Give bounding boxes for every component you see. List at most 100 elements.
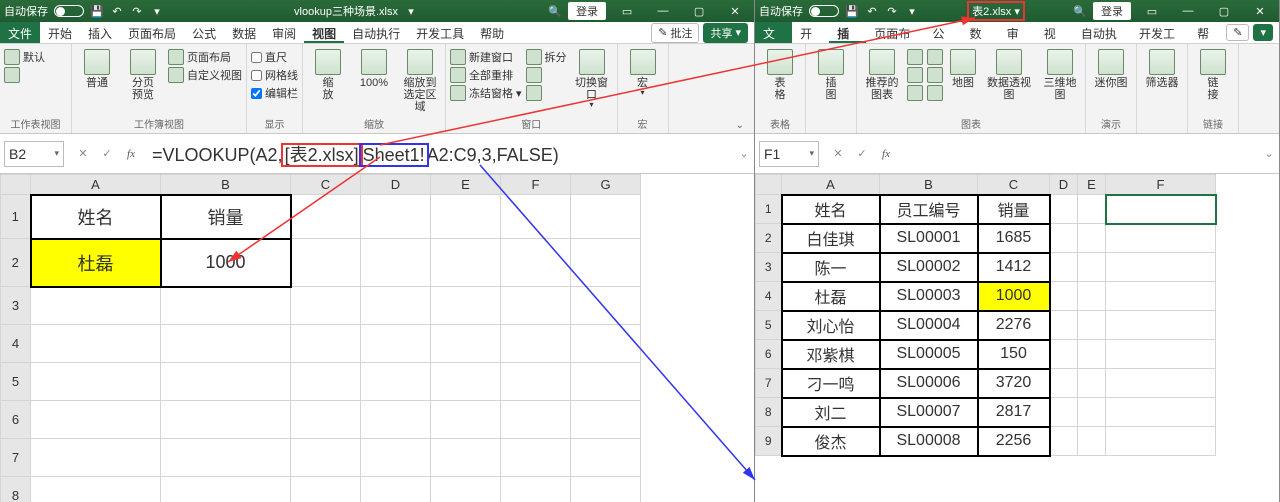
cell-C9[interactable]: 2256: [978, 427, 1050, 456]
new-window-button[interactable]: 新建窗口: [450, 49, 522, 65]
ribbon-options-icon[interactable]: ▭: [612, 5, 642, 18]
cell-B5[interactable]: [161, 363, 291, 401]
cell-E8[interactable]: [1078, 398, 1106, 427]
cell-A5[interactable]: 刘心怡: [782, 311, 880, 340]
chart-type-3[interactable]: [907, 85, 923, 101]
cell-D5[interactable]: [1050, 311, 1078, 340]
cell-B3[interactable]: SL00002: [880, 253, 978, 282]
cell-E8[interactable]: [431, 477, 501, 502]
cell-C6[interactable]: [291, 401, 361, 439]
zoom-100-button[interactable]: 100%: [353, 47, 395, 89]
cell-A8[interactable]: [31, 477, 161, 502]
tab-pagelayout[interactable]: 页面布局: [866, 22, 924, 43]
cell-D6[interactable]: [1050, 340, 1078, 369]
cell-G5[interactable]: [571, 363, 641, 401]
cell-F5[interactable]: [501, 363, 571, 401]
page-layout-button[interactable]: 页面布局: [168, 49, 242, 65]
cell-E6[interactable]: [1078, 340, 1106, 369]
cell-A6[interactable]: [31, 401, 161, 439]
cell-F7[interactable]: [1106, 369, 1216, 398]
save-icon[interactable]: 💾: [845, 4, 859, 18]
cell-B6[interactable]: [161, 401, 291, 439]
search-icon[interactable]: 🔍: [548, 4, 562, 18]
col-header[interactable]: C: [291, 175, 361, 195]
tab-file[interactable]: 文件: [0, 22, 40, 43]
cell-F1[interactable]: [501, 195, 571, 239]
cell-B5[interactable]: SL00004: [880, 311, 978, 340]
tab-data[interactable]: 数据: [224, 22, 264, 43]
share-button[interactable]: 共享 ▾: [703, 23, 748, 43]
col-header[interactable]: E: [1078, 175, 1106, 195]
cell-C7[interactable]: 3720: [978, 369, 1050, 398]
row-header[interactable]: 5: [756, 311, 782, 340]
cancel-formula-icon[interactable]: ✕: [829, 147, 847, 160]
cell-F4[interactable]: [501, 325, 571, 363]
spreadsheet-grid[interactable]: ABCDEF1姓名员工编号销量2白佳琪SL0000116853陈一SL00002…: [755, 174, 1279, 502]
cell-F2[interactable]: [501, 239, 571, 287]
accept-formula-icon[interactable]: ✓: [853, 147, 871, 160]
cell-A3[interactable]: 陈一: [782, 253, 880, 282]
comments-button[interactable]: ✎ 批注: [651, 23, 699, 43]
login-button[interactable]: 登录: [568, 2, 606, 20]
cell-A4[interactable]: 杜磊: [782, 282, 880, 311]
row-header[interactable]: 3: [1, 287, 31, 325]
name-box[interactable]: B2 ▾: [4, 141, 64, 167]
cell-A2[interactable]: 白佳琪: [782, 224, 880, 253]
sparkline-button[interactable]: 迷你图: [1090, 47, 1132, 89]
col-header[interactable]: A: [31, 175, 161, 195]
col-header[interactable]: F: [501, 175, 571, 195]
minimize-icon[interactable]: —: [1173, 5, 1203, 17]
formula-input[interactable]: [901, 150, 1259, 158]
row-header[interactable]: 2: [756, 224, 782, 253]
namebox-dropdown-icon[interactable]: ▾: [809, 148, 814, 159]
col-header[interactable]: B: [880, 175, 978, 195]
cell-C3[interactable]: [291, 287, 361, 325]
fx-icon[interactable]: fx: [122, 148, 140, 160]
accept-formula-icon[interactable]: ✓: [98, 147, 116, 160]
arrange-all-button[interactable]: 全部重排: [450, 67, 522, 83]
cell-F8[interactable]: [1106, 398, 1216, 427]
cell-F9[interactable]: [1106, 427, 1216, 456]
chart-type-4[interactable]: [927, 49, 943, 65]
redo-icon[interactable]: ↷: [885, 4, 899, 18]
cell-E7[interactable]: [1078, 369, 1106, 398]
cell-D8[interactable]: [361, 477, 431, 502]
maximize-icon[interactable]: ▢: [1209, 5, 1239, 18]
close-icon[interactable]: ✕: [1245, 5, 1275, 18]
cell-E4[interactable]: [1078, 282, 1106, 311]
cell-C1[interactable]: 销量: [978, 195, 1050, 224]
cell-D4[interactable]: [1050, 282, 1078, 311]
cell-A6[interactable]: 邓紫棋: [782, 340, 880, 369]
name-box[interactable]: F1 ▾: [759, 141, 819, 167]
qat-dropdown-icon[interactable]: ▾: [905, 4, 919, 18]
cell-C5[interactable]: 2276: [978, 311, 1050, 340]
cancel-formula-icon[interactable]: ✕: [74, 147, 92, 160]
cell-B8[interactable]: [161, 477, 291, 502]
cell-C8[interactable]: [291, 477, 361, 502]
cell-A1[interactable]: 姓名: [31, 195, 161, 239]
maps-button[interactable]: 地图: [947, 47, 979, 89]
cell-E3[interactable]: [1078, 253, 1106, 282]
cell-A2[interactable]: 杜磊: [31, 239, 161, 287]
row-header[interactable]: 3: [756, 253, 782, 282]
row-header[interactable]: 9: [756, 427, 782, 456]
recommended-charts-button[interactable]: 推荐的 图表: [861, 47, 903, 101]
cell-E6[interactable]: [431, 401, 501, 439]
filename-dropdown-icon[interactable]: ▾: [1014, 6, 1020, 18]
cell-B3[interactable]: [161, 287, 291, 325]
cell-B1[interactable]: 员工编号: [880, 195, 978, 224]
chart-type-5[interactable]: [927, 67, 943, 83]
cell-B7[interactable]: [161, 439, 291, 477]
cell-B6[interactable]: SL00005: [880, 340, 978, 369]
filter-button[interactable]: 筛选器: [1141, 47, 1183, 89]
autosave-toggle[interactable]: [809, 5, 839, 17]
cell-B1[interactable]: 销量: [161, 195, 291, 239]
col-header[interactable]: C: [978, 175, 1050, 195]
tab-help[interactable]: 帮助: [1189, 22, 1226, 43]
col-header[interactable]: F: [1106, 175, 1216, 195]
qat-dropdown-icon[interactable]: ▾: [150, 4, 164, 18]
cell-B4[interactable]: [161, 325, 291, 363]
view-pagebreak-button[interactable]: 分页 预览: [122, 47, 164, 101]
3dmap-button[interactable]: 三维地 图: [1039, 47, 1081, 101]
cell-C4[interactable]: 1000: [978, 282, 1050, 311]
